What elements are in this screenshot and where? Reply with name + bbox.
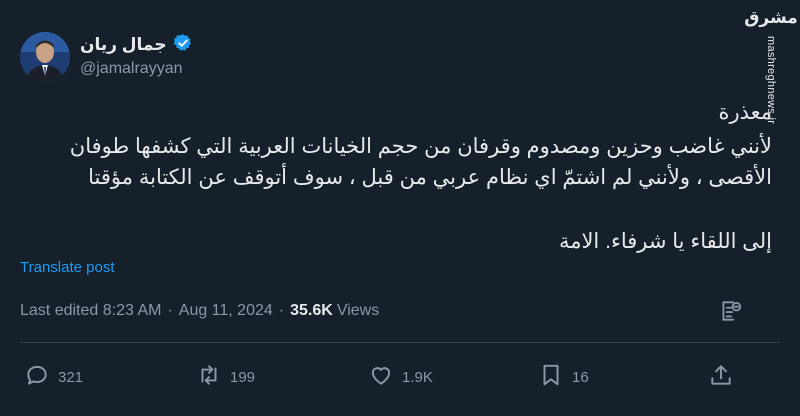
like-count: 1.9K <box>402 368 433 386</box>
divider <box>20 342 780 343</box>
user-name-row[interactable]: جمال ريان <box>80 33 193 58</box>
heart-icon <box>368 362 394 392</box>
display-name[interactable]: جمال ريان <box>80 35 167 55</box>
bookmark-count: 16 <box>572 368 589 386</box>
repost-icon <box>196 362 222 392</box>
translate-post-link[interactable]: Translate post <box>20 259 115 276</box>
post-time[interactable]: 8:23 AM <box>103 302 162 320</box>
like-button[interactable]: 1.9K <box>368 362 433 392</box>
avatar[interactable] <box>20 32 70 82</box>
reply-icon <box>24 362 50 392</box>
tweet-text-line-1: معذرة <box>718 101 772 124</box>
edit-history-icon[interactable] <box>718 298 744 324</box>
bookmark-icon <box>538 362 564 392</box>
repost-button[interactable]: 199 <box>196 362 255 392</box>
user-handle[interactable]: @jamalrayyan <box>80 60 183 78</box>
watermark-logo: مشرق <box>744 8 798 27</box>
action-bar: 321 199 1.9K 16 <box>0 362 800 392</box>
views-count: 35.6K <box>290 302 333 319</box>
verified-badge-icon <box>173 33 193 58</box>
tweet-text-line-2: لأنني غاضب وحزين ومصدوم وقرفان من حجم ال… <box>69 135 772 158</box>
share-button[interactable] <box>708 362 734 392</box>
reply-count: 321 <box>58 368 84 386</box>
views-label: Views <box>336 302 380 319</box>
repost-count: 199 <box>230 368 256 386</box>
post-date[interactable]: Aug 11, 2024 <box>179 302 273 320</box>
avatar-image <box>20 32 70 82</box>
bookmark-button[interactable]: 16 <box>538 362 589 392</box>
edited-label[interactable]: Last edited <box>20 302 98 320</box>
post-meta: Last edited 8:23 AM · Aug 11, 2024 · 35.… <box>20 302 379 320</box>
meta-separator: · <box>167 302 173 319</box>
meta-separator: · <box>278 302 285 319</box>
reply-button[interactable]: 321 <box>24 362 83 392</box>
tweet-text-line-3: الأقصى ، ولأنني لم اشتمّ اي نظام عربي من… <box>88 166 772 189</box>
share-icon <box>708 362 734 392</box>
tweet-text-line-4: إلى اللقاء يا شرفاء. الامة <box>558 230 772 253</box>
